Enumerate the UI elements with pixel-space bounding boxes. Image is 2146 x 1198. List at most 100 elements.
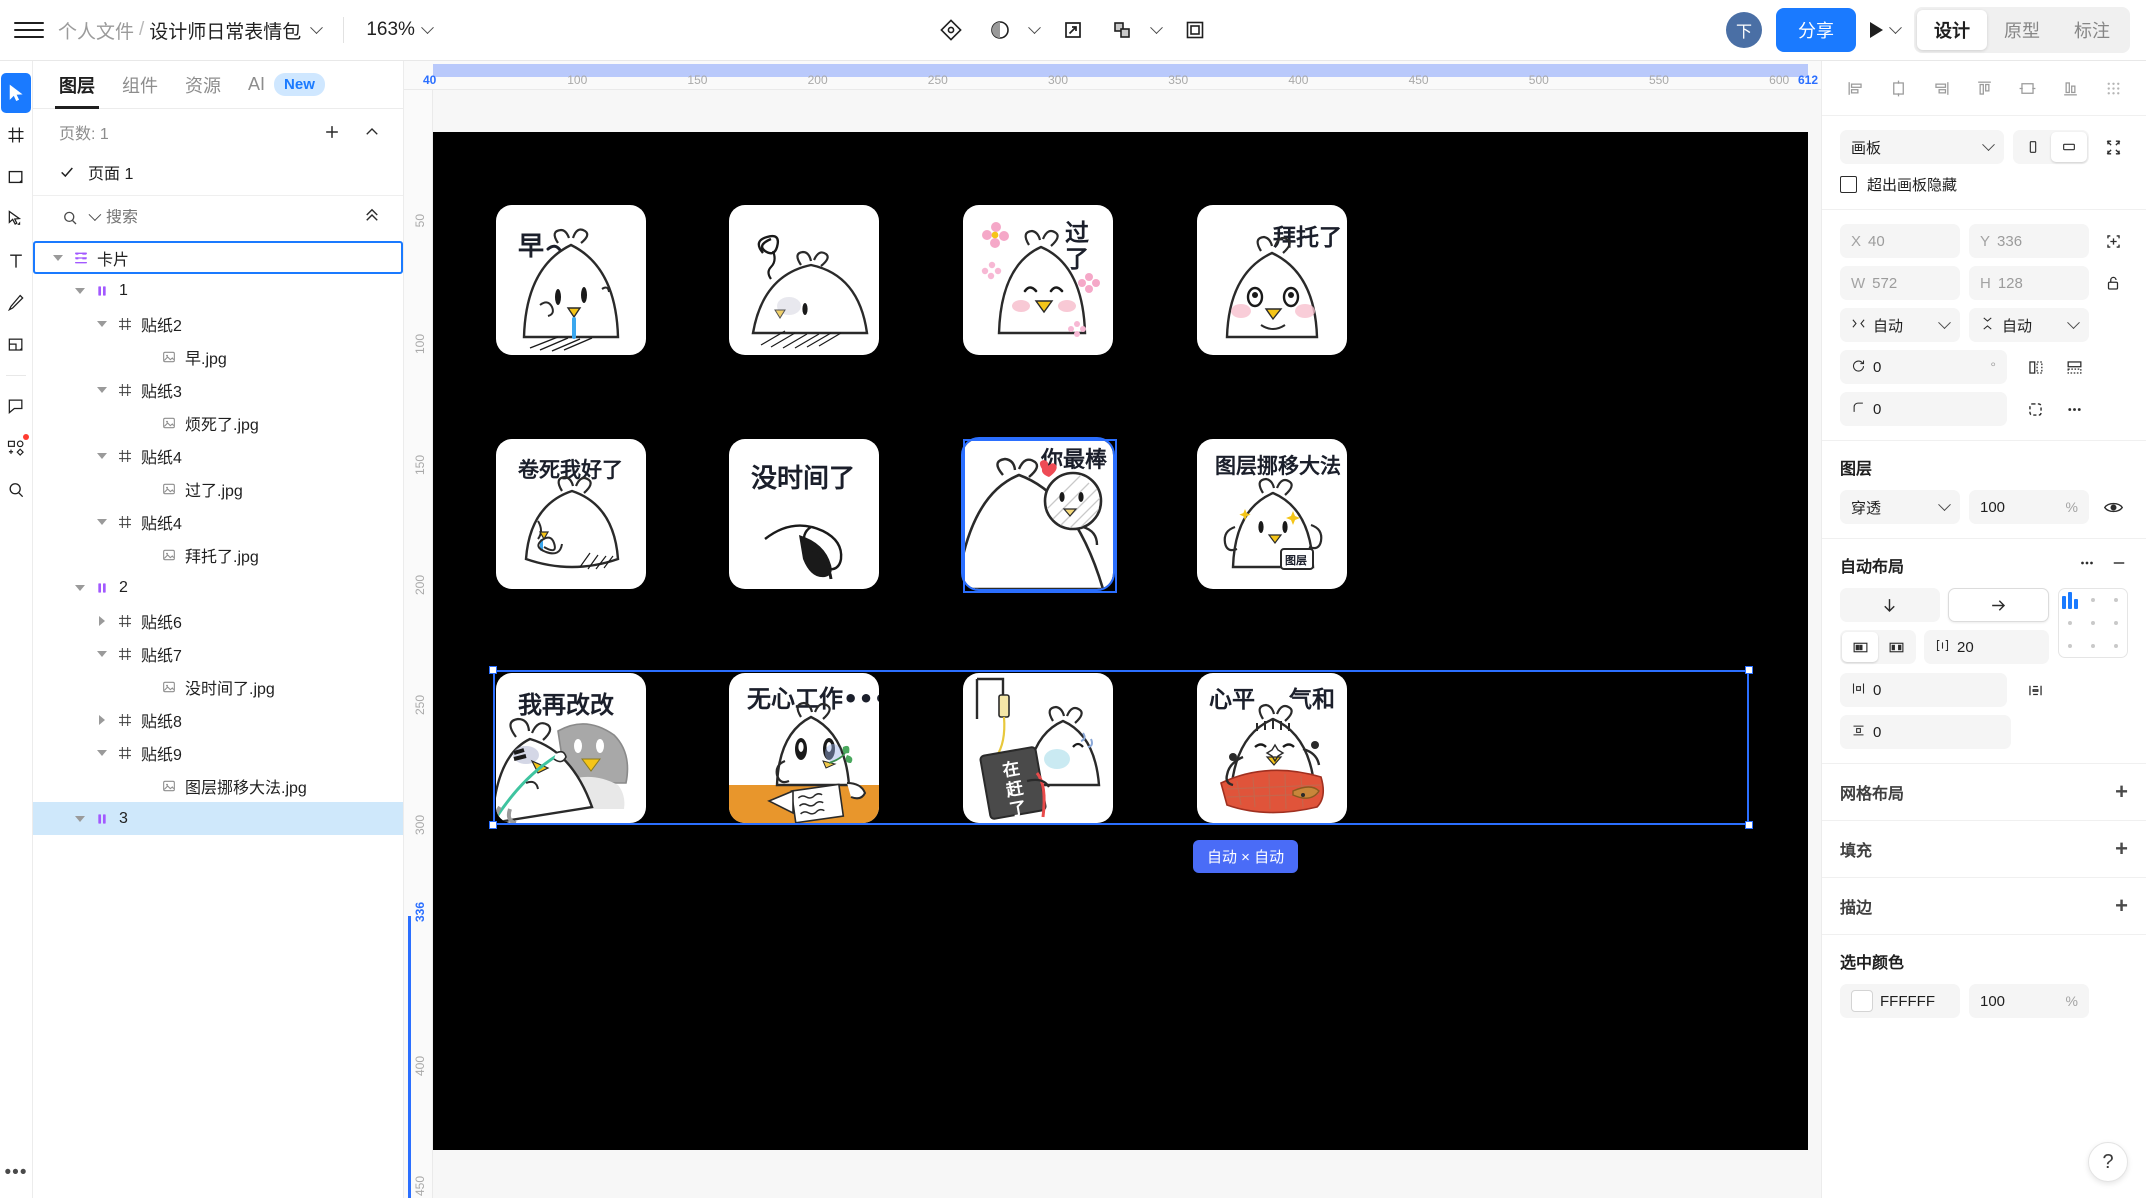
flip-vertical-icon[interactable] xyxy=(2059,352,2089,382)
width-field[interactable]: W 572 xyxy=(1840,266,1960,300)
rail-more-button[interactable]: ••• xyxy=(5,1162,28,1184)
align-horizontal-center-icon[interactable] xyxy=(1883,73,1913,103)
tree-toggle-down-icon[interactable] xyxy=(95,647,109,661)
absolute-position-icon[interactable] xyxy=(2098,226,2128,256)
horizontal-resize-field[interactable]: 自动 xyxy=(1840,308,1960,342)
sticker-card-meishijian[interactable]: 没时间了 xyxy=(729,439,879,589)
layer-tree-item[interactable]: 过了.jpg xyxy=(33,472,403,505)
lock-aspect-ratio-icon[interactable] xyxy=(2098,268,2128,298)
distribute-icon[interactable] xyxy=(2098,73,2128,103)
align-vertical-center-icon[interactable] xyxy=(2012,73,2042,103)
layer-tree-item[interactable]: 贴纸9 xyxy=(33,736,403,769)
chevron-down-icon[interactable] xyxy=(1022,10,1046,50)
x-field[interactable]: X 40 xyxy=(1840,224,1960,258)
slice-tool[interactable] xyxy=(1,325,31,365)
page-item[interactable]: 页面 1 xyxy=(33,155,403,189)
present-button[interactable] xyxy=(1870,20,1902,38)
corner-radius-field[interactable]: 0 xyxy=(1840,392,2007,426)
sticker-card-fansile[interactable] xyxy=(729,205,879,355)
frame-type-select[interactable]: 画板 xyxy=(1840,130,2004,164)
layer-tree-item[interactable]: 2 xyxy=(33,571,403,604)
add-stroke-button[interactable]: + xyxy=(2115,895,2128,917)
align-bottom-icon[interactable] xyxy=(2055,73,2085,103)
layer-tree-item[interactable]: 烦死了.jpg xyxy=(33,406,403,439)
arrow-down-icon[interactable] xyxy=(1840,588,1940,622)
tree-toggle-down-icon[interactable] xyxy=(95,449,109,463)
blend-mode-select[interactable]: 穿透 xyxy=(1840,490,1960,524)
clip-content-checkbox[interactable]: 超出画板隐藏 xyxy=(1840,174,2128,195)
eye-icon[interactable] xyxy=(2098,492,2128,522)
add-grid-layout-button[interactable]: + xyxy=(2115,781,2128,803)
chevron-down-icon[interactable] xyxy=(88,208,102,222)
arrow-right-icon[interactable] xyxy=(1947,588,2049,622)
padding-vertical-field[interactable]: 0 xyxy=(1840,715,2011,749)
sticker-card-xinping[interactable]: 心平 气和 xyxy=(1197,673,1347,823)
pen-tool[interactable] xyxy=(1,199,31,239)
share-button[interactable]: 分享 xyxy=(1776,8,1856,52)
sticker-card-nizuibang[interactable]: 你最棒 xyxy=(961,437,1115,591)
vertical-resize-field[interactable]: 自动 xyxy=(1969,308,2089,342)
layer-tree-item[interactable]: 拜托了.jpg xyxy=(33,538,403,571)
frame-tool[interactable] xyxy=(1,115,31,155)
chevron-down-icon[interactable] xyxy=(310,20,324,34)
vertical-ruler[interactable]: 50100150200250300336400450464500 xyxy=(404,90,433,1198)
layer-tree-item[interactable]: 贴纸6 xyxy=(33,604,403,637)
add-fill-button[interactable]: + xyxy=(2115,838,2128,860)
fit-content-icon[interactable] xyxy=(2098,132,2128,162)
layer-tree-item[interactable]: 贴纸3 xyxy=(33,373,403,406)
mask-icon[interactable] xyxy=(978,10,1022,50)
canvas-viewport[interactable]: 早 过 了 拜托了 卷死我好了 没时间了 你最棒 图层挪移大法 图层 我再改改 … xyxy=(433,90,1821,1198)
rotation-field[interactable]: 0 ° xyxy=(1840,350,2007,384)
search-tool[interactable] xyxy=(1,470,31,510)
search-icon[interactable] xyxy=(59,207,81,229)
layer-tree-item[interactable]: 3 xyxy=(33,802,403,835)
align-top-icon[interactable] xyxy=(1969,73,1999,103)
y-field[interactable]: Y 336 xyxy=(1969,224,2089,258)
sticker-card-wozaigaigai[interactable]: 我再改改 xyxy=(496,673,646,823)
tree-toggle-down-icon[interactable] xyxy=(95,746,109,760)
selection-color-field[interactable]: FFFFFF xyxy=(1840,984,1960,1018)
tab-components[interactable]: 组件 xyxy=(122,61,158,109)
alignment-grid[interactable] xyxy=(2058,588,2128,658)
selection-handle-br[interactable] xyxy=(1745,821,1753,829)
add-page-button[interactable] xyxy=(321,121,343,143)
tree-toggle-down-icon[interactable] xyxy=(95,317,109,331)
align-left-icon[interactable] xyxy=(1840,73,1870,103)
help-button[interactable]: ? xyxy=(2088,1142,2128,1182)
layer-tree-item[interactable]: 1 xyxy=(33,274,403,307)
align-right-icon[interactable] xyxy=(1926,73,1956,103)
sticker-card-juansi[interactable]: 卷死我好了 xyxy=(496,439,646,589)
hamburger-icon[interactable] xyxy=(14,19,44,41)
tree-toggle-down-icon[interactable] xyxy=(95,383,109,397)
layer-tree-item[interactable]: 贴纸2 xyxy=(33,307,403,340)
tree-toggle-down-icon[interactable] xyxy=(73,284,87,298)
tree-toggle-down-icon[interactable] xyxy=(51,251,65,265)
sticker-card-zaiganle[interactable]: 在 赶 了 xyxy=(963,673,1113,823)
height-field[interactable]: H 128 xyxy=(1969,266,2089,300)
tab-design[interactable]: 设计 xyxy=(1917,10,1987,50)
selection-handle-tl[interactable] xyxy=(489,666,497,674)
selection-handle-bl[interactable] xyxy=(489,821,497,829)
breadcrumb-file-name[interactable]: 设计师日常表情包 xyxy=(149,17,301,44)
layer-tree-item[interactable]: 贴纸4 xyxy=(33,439,403,472)
tab-annotate[interactable]: 标注 xyxy=(2057,10,2127,50)
plugin-tool[interactable] xyxy=(1,428,31,468)
layer-tree-item[interactable]: 早.jpg xyxy=(33,340,403,373)
sticker-card-tuceng[interactable]: 图层挪移大法 图层 xyxy=(1197,439,1347,589)
chevron-down-icon[interactable] xyxy=(1144,10,1168,50)
text-tool[interactable] xyxy=(1,241,31,281)
sticker-card-zao[interactable]: 早 xyxy=(496,205,646,355)
individual-padding-icon[interactable] xyxy=(2020,675,2050,705)
tab-resources[interactable]: 资源 xyxy=(185,61,221,109)
padding-horizontal-field[interactable]: 0 xyxy=(1840,673,2007,707)
tree-toggle-down-icon[interactable] xyxy=(73,812,87,826)
independent-corners-icon[interactable] xyxy=(2020,394,2050,424)
tree-toggle-right-icon[interactable] xyxy=(95,614,109,628)
rectangle-tool[interactable] xyxy=(1,157,31,197)
selection-color-opacity-field[interactable]: 100 % xyxy=(1969,984,2089,1018)
flip-horizontal-icon[interactable] xyxy=(2020,352,2050,382)
tab-layers[interactable]: 图层 xyxy=(55,61,99,109)
portrait-icon[interactable] xyxy=(2015,132,2051,162)
layer-tree-item[interactable]: 图层挪移大法.jpg xyxy=(33,769,403,802)
comment-tool[interactable] xyxy=(1,386,31,426)
